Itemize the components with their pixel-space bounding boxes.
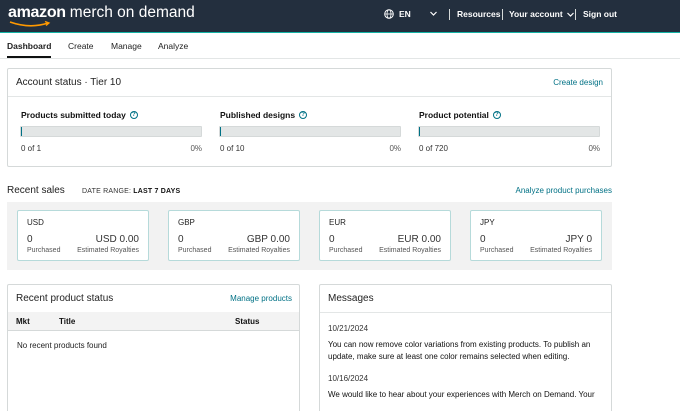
product-status-title: Recent product status xyxy=(16,293,114,304)
purchased-label: Purchased xyxy=(329,247,363,254)
card-divider xyxy=(320,312,611,313)
chevron-down-icon[interactable] xyxy=(429,9,438,18)
progress-fill xyxy=(220,127,221,136)
purchased-label: Purchased xyxy=(27,247,61,254)
sales-card-jpy: JPY 0 JPY 0 Purchased Estimated Royaltie… xyxy=(470,210,602,261)
amazon-smile-icon xyxy=(9,21,51,27)
metric-percent: 0% xyxy=(190,144,202,153)
help-icon[interactable]: ? xyxy=(299,111,308,119)
royalties-amount: EUR 0.00 xyxy=(397,234,441,245)
messages-card: Messages 10/21/2024 You can now remove c… xyxy=(319,284,612,411)
sales-card-eur: EUR 0 EUR 0.00 Purchased Estimated Royal… xyxy=(319,210,451,261)
tab-create[interactable]: Create xyxy=(68,41,94,51)
empty-products-message: No recent products found xyxy=(17,341,107,350)
header-divider xyxy=(449,9,450,20)
metric-product-potential: Product potential ? xyxy=(419,110,501,120)
metric-count: 0 of 10 xyxy=(220,144,245,153)
metric-label: Product potential xyxy=(419,110,489,120)
tab-analyze[interactable]: Analyze xyxy=(158,41,188,51)
purchased-label: Purchased xyxy=(480,247,514,254)
tab-dashboard[interactable]: Dashboard xyxy=(7,41,51,51)
message-date: 10/16/2024 xyxy=(328,374,369,383)
column-header-mkt: Mkt xyxy=(16,317,30,326)
header-divider xyxy=(502,9,503,20)
royalties-label: Estimated Royalties xyxy=(530,247,592,254)
header-divider xyxy=(575,9,576,20)
resources-link[interactable]: Resources xyxy=(457,9,500,19)
your-account-label: Your account xyxy=(509,9,563,19)
metric-published-designs: Published designs ? xyxy=(220,110,308,120)
royalties-amount: USD 0.00 xyxy=(95,234,139,245)
create-design-link[interactable]: Create design xyxy=(553,78,603,87)
metric-products-submitted: Products submitted today ? xyxy=(21,110,138,120)
currency-code: JPY xyxy=(480,218,495,227)
purchased-count: 0 xyxy=(329,234,335,245)
message-date: 10/21/2024 xyxy=(328,324,369,333)
currency-code: EUR xyxy=(329,218,346,227)
message-text: You can now remove color variations from… xyxy=(328,340,591,361)
sign-out-link[interactable]: Sign out xyxy=(583,9,617,19)
help-icon[interactable]: ? xyxy=(129,111,138,119)
chevron-down-icon xyxy=(566,12,574,17)
sales-card-usd: USD 0 USD 0.00 Purchased Estimated Royal… xyxy=(17,210,149,261)
your-account-menu[interactable]: Your account xyxy=(509,9,575,19)
progress-bar-published-designs xyxy=(219,126,401,137)
date-range[interactable]: DATE RANGE: LAST 7 DAYS xyxy=(82,188,180,195)
royalties-amount: GBP 0.00 xyxy=(246,234,290,245)
royalties-label: Estimated Royalties xyxy=(228,247,290,254)
royalties-label: Estimated Royalties xyxy=(379,247,441,254)
metric-count: 0 of 1 xyxy=(21,144,42,153)
purchased-label: Purchased xyxy=(178,247,212,254)
tab-manage[interactable]: Manage xyxy=(111,41,142,51)
progress-fill xyxy=(21,127,22,136)
manage-products-link[interactable]: Manage products xyxy=(230,294,292,303)
account-status-card: Account status · Tier 10 Create design P… xyxy=(7,68,612,167)
date-range-label: DATE RANGE: xyxy=(82,188,132,195)
progress-bar-product-potential xyxy=(418,126,600,137)
metric-label: Published designs xyxy=(220,110,296,120)
sales-summary-panel: USD 0 USD 0.00 Purchased Estimated Royal… xyxy=(7,202,612,270)
main-tabs: Dashboard Create Manage Analyze xyxy=(0,33,680,59)
metric-percent: 0% xyxy=(389,144,401,153)
metric-label: Products submitted today xyxy=(21,110,126,120)
messages-title: Messages xyxy=(328,293,374,304)
message-text: We would like to hear about your experie… xyxy=(328,390,595,399)
recent-product-status-card: Recent product status Manage products Mk… xyxy=(7,284,300,411)
globe-icon[interactable] xyxy=(384,9,394,19)
active-tab-indicator xyxy=(7,56,51,58)
progress-bar-products-submitted xyxy=(20,126,202,137)
purchased-count: 0 xyxy=(27,234,33,245)
currency-code: USD xyxy=(27,218,44,227)
merch-on-demand-logo[interactable]: amazon merch on demand xyxy=(8,4,195,27)
top-navigation-bar: amazon merch on demand EN Resources Your… xyxy=(0,0,680,33)
column-header-status: Status xyxy=(235,317,260,326)
sales-card-gbp: GBP 0 GBP 0.00 Purchased Estimated Royal… xyxy=(168,210,300,261)
metric-count: 0 of 720 xyxy=(419,144,448,153)
recent-sales-title: Recent sales xyxy=(7,185,65,196)
royalties-label: Estimated Royalties xyxy=(77,247,139,254)
analyze-purchases-link[interactable]: Analyze product purchases xyxy=(516,186,613,195)
progress-fill xyxy=(419,127,420,136)
account-status-title: Account status · Tier 10 xyxy=(16,77,122,88)
card-divider xyxy=(8,96,611,97)
purchased-count: 0 xyxy=(178,234,184,245)
currency-code: GBP xyxy=(178,218,195,227)
logo-amazon-text: amazon xyxy=(8,4,66,21)
metric-percent: 0% xyxy=(588,144,600,153)
help-icon[interactable]: ? xyxy=(492,111,501,119)
table-header-row: Mkt Title Status xyxy=(8,312,299,331)
column-header-title: Title xyxy=(59,317,76,326)
purchased-count: 0 xyxy=(480,234,486,245)
date-range-value: LAST 7 DAYS xyxy=(133,188,181,195)
language-selector[interactable]: EN xyxy=(399,9,411,19)
royalties-amount: JPY 0 xyxy=(565,234,593,245)
logo-merch-text: merch on demand xyxy=(69,4,195,21)
